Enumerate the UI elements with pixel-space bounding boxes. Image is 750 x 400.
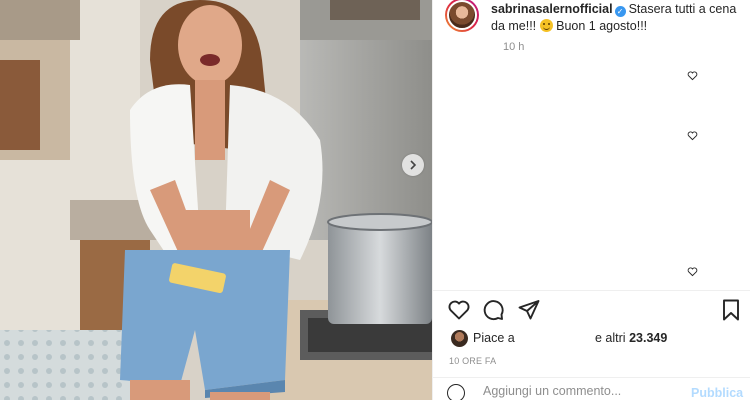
smiley-emoji-icon: [539, 19, 553, 32]
verified-badge-icon: ✓: [614, 6, 626, 17]
carousel-next-button[interactable]: [402, 154, 424, 176]
post-time[interactable]: 10 ORE FA: [449, 356, 496, 366]
heart-icon[interactable]: [447, 298, 471, 322]
instagram-post-window: sabrinasalernofficial ✓ Stasera tutti a ce…: [0, 0, 750, 400]
kitchen-photo-illustration: [0, 0, 432, 400]
caption-tail: Buon 1 agosto!!!: [552, 19, 648, 33]
bookmark-icon[interactable]: [719, 298, 743, 322]
post-actions: [447, 298, 747, 324]
chevron-right-icon: [410, 160, 417, 170]
author-avatar[interactable]: [445, 0, 479, 32]
likes-summary: Piace a e altri 23.349: [451, 330, 750, 348]
caption-timestamp[interactable]: 10 h: [503, 41, 524, 53]
author-username[interactable]: sabrinasalernofficial: [491, 2, 613, 16]
likes-prefix: Piace a: [473, 331, 515, 345]
emoji-icon[interactable]: [447, 384, 465, 400]
post-side-panel: sabrinasalernofficial ✓ Stasera tutti a ce…: [432, 0, 750, 400]
caption-text: sabrinasalernofficial ✓ Stasera tutti a ce…: [491, 1, 745, 35]
comment-like-heart-icon[interactable]: [687, 130, 698, 141]
comment-icon[interactable]: [481, 298, 505, 322]
comment-like-heart-icon[interactable]: [687, 70, 698, 81]
share-icon[interactable]: [517, 298, 541, 322]
comment-like-heart-icon[interactable]: [687, 266, 698, 277]
actions-divider: [433, 290, 750, 291]
liker-avatar[interactable]: [451, 330, 468, 347]
likes-suffix[interactable]: e altri 23.349: [595, 331, 667, 345]
publish-button[interactable]: Pubblica: [691, 386, 743, 400]
comment-input[interactable]: [483, 384, 683, 398]
likes-count: 23.349: [629, 331, 668, 345]
add-comment-row: Pubblica: [433, 378, 750, 400]
post-photo[interactable]: [0, 0, 432, 400]
